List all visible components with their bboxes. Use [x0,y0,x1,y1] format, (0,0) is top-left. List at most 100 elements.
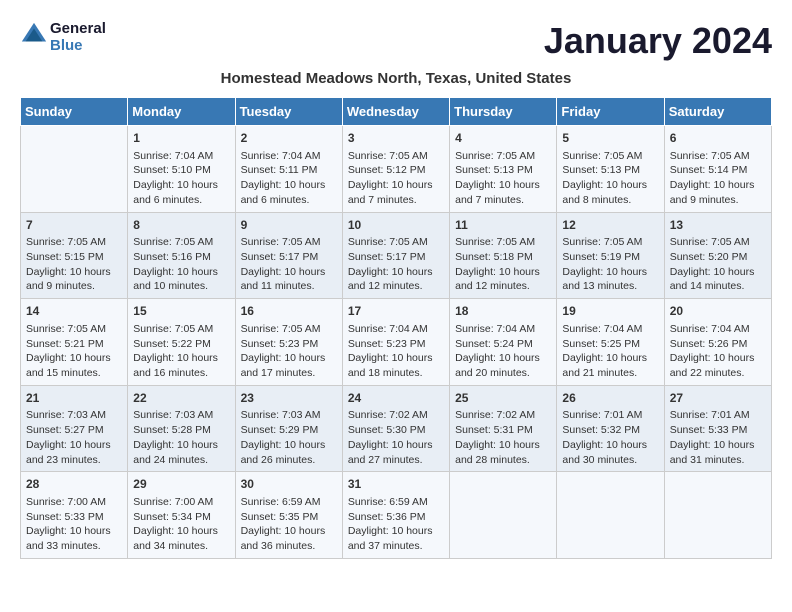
calendar-cell: 3Sunrise: 7:05 AMSunset: 5:12 PMDaylight… [342,126,449,213]
cell-line: Sunrise: 7:05 AM [348,150,428,162]
cell-line: Sunrise: 7:02 AM [348,409,428,421]
calendar-cell: 23Sunrise: 7:03 AMSunset: 5:29 PMDayligh… [235,385,342,472]
cell-content: Sunrise: 7:05 AMSunset: 5:15 PMDaylight:… [26,235,122,294]
cell-content: Sunrise: 7:05 AMSunset: 5:13 PMDaylight:… [562,149,658,208]
cell-line: and 21 minutes. [562,367,637,379]
day-number: 22 [133,390,229,407]
cell-line: and 27 minutes. [348,454,423,466]
cell-line: and 13 minutes. [562,280,637,292]
logo-text: General Blue [50,20,106,54]
cell-line: Daylight: 10 hours [670,352,755,364]
cell-line: Sunrise: 7:04 AM [562,323,642,335]
cell-line: Daylight: 10 hours [133,266,218,278]
cell-line: Daylight: 10 hours [133,525,218,537]
calendar-cell: 27Sunrise: 7:01 AMSunset: 5:33 PMDayligh… [664,385,771,472]
cell-line: and 20 minutes. [455,367,530,379]
cell-line: Daylight: 10 hours [670,266,755,278]
day-header-thursday: Thursday [450,98,557,126]
day-number: 16 [241,303,337,320]
day-number: 24 [348,390,444,407]
cell-line: Sunset: 5:35 PM [241,511,319,523]
cell-content: Sunrise: 7:05 AMSunset: 5:20 PMDaylight:… [670,235,766,294]
cell-line: Daylight: 10 hours [348,439,433,451]
page-header: General Blue January 2024 [20,20,772,62]
day-number: 25 [455,390,551,407]
cell-line: Sunrise: 7:05 AM [241,236,321,248]
cell-content: Sunrise: 6:59 AMSunset: 5:36 PMDaylight:… [348,495,444,554]
calendar-cell: 11Sunrise: 7:05 AMSunset: 5:18 PMDayligh… [450,212,557,299]
cell-line: Sunset: 5:25 PM [562,338,640,350]
calendar-week-row: 14Sunrise: 7:05 AMSunset: 5:21 PMDayligh… [21,299,772,386]
cell-line: Sunrise: 7:05 AM [26,236,106,248]
calendar-week-row: 7Sunrise: 7:05 AMSunset: 5:15 PMDaylight… [21,212,772,299]
day-header-saturday: Saturday [664,98,771,126]
day-number: 19 [562,303,658,320]
calendar-cell [21,126,128,213]
cell-line: Daylight: 10 hours [562,266,647,278]
cell-content: Sunrise: 6:59 AMSunset: 5:35 PMDaylight:… [241,495,337,554]
day-number: 12 [562,217,658,234]
cell-line: Sunrise: 7:02 AM [455,409,535,421]
cell-content: Sunrise: 7:04 AMSunset: 5:25 PMDaylight:… [562,322,658,381]
cell-line: Sunrise: 7:05 AM [133,323,213,335]
day-number: 17 [348,303,444,320]
cell-line: Daylight: 10 hours [562,439,647,451]
cell-line: Sunrise: 7:05 AM [562,150,642,162]
day-number: 18 [455,303,551,320]
calendar-cell: 18Sunrise: 7:04 AMSunset: 5:24 PMDayligh… [450,299,557,386]
day-number: 28 [26,476,122,493]
cell-line: Sunrise: 7:05 AM [348,236,428,248]
cell-line: and 37 minutes. [348,540,423,552]
cell-content: Sunrise: 7:05 AMSunset: 5:23 PMDaylight:… [241,322,337,381]
cell-line: Sunrise: 7:04 AM [133,150,213,162]
cell-line: Sunrise: 7:04 AM [241,150,321,162]
day-number: 20 [670,303,766,320]
cell-line: and 18 minutes. [348,367,423,379]
cell-line: and 15 minutes. [26,367,101,379]
cell-line: Sunrise: 7:00 AM [26,496,106,508]
cell-line: Sunrise: 7:01 AM [670,409,750,421]
cell-line: and 33 minutes. [26,540,101,552]
calendar-cell: 9Sunrise: 7:05 AMSunset: 5:17 PMDaylight… [235,212,342,299]
calendar-cell: 7Sunrise: 7:05 AMSunset: 5:15 PMDaylight… [21,212,128,299]
cell-line: Daylight: 10 hours [455,352,540,364]
cell-line: and 9 minutes. [26,280,95,292]
cell-content: Sunrise: 7:03 AMSunset: 5:29 PMDaylight:… [241,408,337,467]
day-number: 26 [562,390,658,407]
cell-content: Sunrise: 7:02 AMSunset: 5:31 PMDaylight:… [455,408,551,467]
calendar-cell: 15Sunrise: 7:05 AMSunset: 5:22 PMDayligh… [128,299,235,386]
cell-line: Daylight: 10 hours [455,179,540,191]
cell-line: Daylight: 10 hours [26,439,111,451]
cell-line: Sunset: 5:29 PM [241,424,319,436]
cell-line: and 30 minutes. [562,454,637,466]
cell-line: Daylight: 10 hours [348,179,433,191]
cell-line: Sunrise: 7:03 AM [133,409,213,421]
cell-content: Sunrise: 7:03 AMSunset: 5:28 PMDaylight:… [133,408,229,467]
cell-line: Sunset: 5:23 PM [241,338,319,350]
calendar-week-row: 28Sunrise: 7:00 AMSunset: 5:33 PMDayligh… [21,472,772,559]
days-header-row: SundayMondayTuesdayWednesdayThursdayFrid… [21,98,772,126]
calendar-cell: 1Sunrise: 7:04 AMSunset: 5:10 PMDaylight… [128,126,235,213]
cell-line: Daylight: 10 hours [133,179,218,191]
calendar-cell: 12Sunrise: 7:05 AMSunset: 5:19 PMDayligh… [557,212,664,299]
day-number: 11 [455,217,551,234]
calendar-cell: 5Sunrise: 7:05 AMSunset: 5:13 PMDaylight… [557,126,664,213]
cell-line: and 12 minutes. [455,280,530,292]
day-number: 1 [133,130,229,147]
cell-line: and 36 minutes. [241,540,316,552]
day-number: 23 [241,390,337,407]
cell-line: Sunset: 5:28 PM [133,424,211,436]
cell-line: Sunset: 5:30 PM [348,424,426,436]
calendar-cell: 20Sunrise: 7:04 AMSunset: 5:26 PMDayligh… [664,299,771,386]
cell-content: Sunrise: 7:01 AMSunset: 5:32 PMDaylight:… [562,408,658,467]
cell-line: Sunset: 5:24 PM [455,338,533,350]
cell-line: Daylight: 10 hours [241,266,326,278]
cell-content: Sunrise: 7:05 AMSunset: 5:18 PMDaylight:… [455,235,551,294]
cell-content: Sunrise: 7:01 AMSunset: 5:33 PMDaylight:… [670,408,766,467]
calendar-cell: 26Sunrise: 7:01 AMSunset: 5:32 PMDayligh… [557,385,664,472]
cell-line: Daylight: 10 hours [455,266,540,278]
calendar-cell: 6Sunrise: 7:05 AMSunset: 5:14 PMDaylight… [664,126,771,213]
calendar-cell: 29Sunrise: 7:00 AMSunset: 5:34 PMDayligh… [128,472,235,559]
day-number: 10 [348,217,444,234]
cell-line: Sunset: 5:23 PM [348,338,426,350]
